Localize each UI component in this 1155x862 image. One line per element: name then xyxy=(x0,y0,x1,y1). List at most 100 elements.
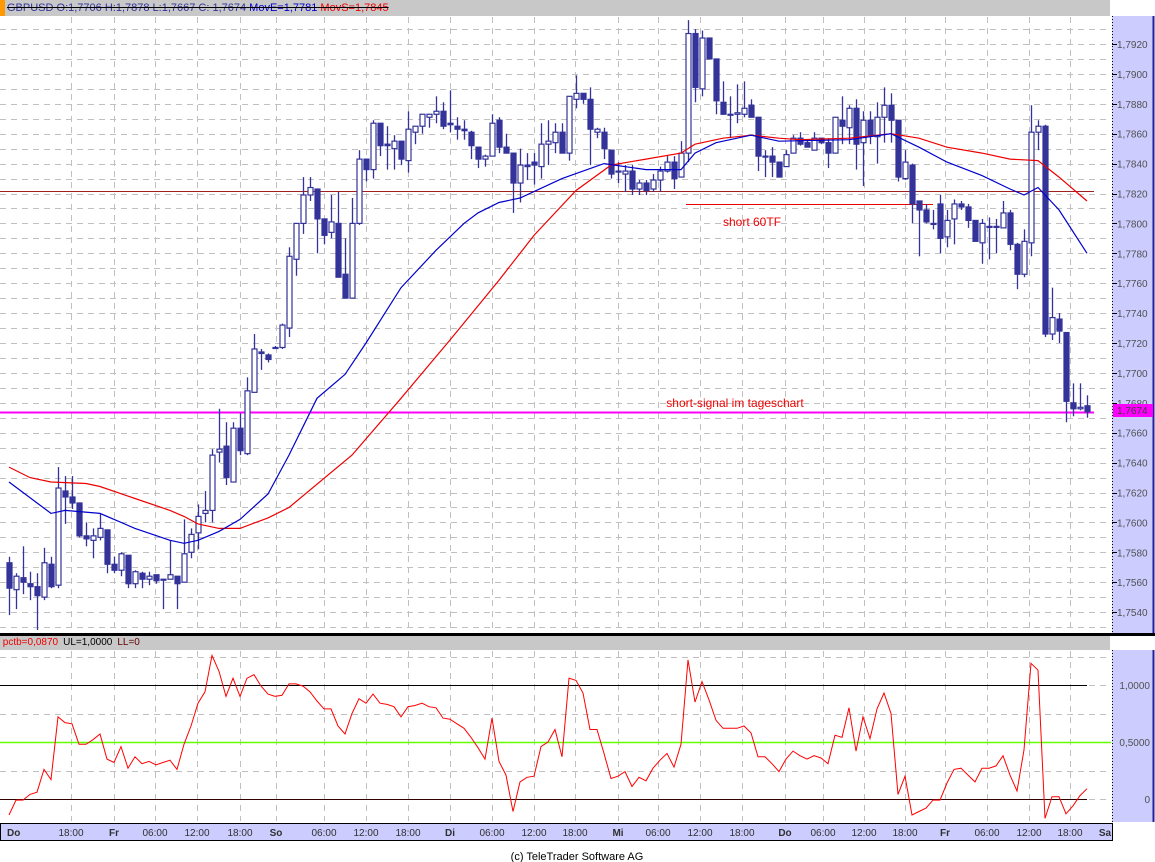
candle-body xyxy=(34,586,41,597)
candle-body xyxy=(734,112,741,115)
candle-body xyxy=(13,575,20,591)
candle-body xyxy=(412,125,419,133)
candle-body xyxy=(944,219,951,238)
candle-bullish xyxy=(286,247,293,338)
candle-body xyxy=(20,577,27,583)
copyright-footer: (c) TeleTrader Software AG xyxy=(511,851,644,862)
candle-body xyxy=(685,32,692,154)
candle-body xyxy=(895,119,902,178)
candle-bullish xyxy=(790,135,797,154)
price-tick-label: 1,7900 xyxy=(1117,70,1148,81)
candle-body xyxy=(419,113,426,127)
candle-body xyxy=(1007,212,1014,245)
candle-body xyxy=(923,209,930,223)
candle-body xyxy=(867,119,874,136)
candle-body xyxy=(475,146,482,160)
annotation-short-60tf: short 60TF xyxy=(723,215,781,229)
candle-body xyxy=(237,427,244,452)
price-tick-label: 1,7760 xyxy=(1117,279,1148,290)
time-label: 12:00 xyxy=(353,828,378,839)
upper-limit-value: UL=1,0000 xyxy=(63,637,113,648)
day-label: Do xyxy=(778,828,791,839)
day-label: Do xyxy=(7,828,20,839)
move-value: MovE=1,7781 xyxy=(249,2,318,14)
pctb-tick-label: 1,0000 xyxy=(1119,681,1150,692)
pctb-value: pctb=0,0870 xyxy=(2,637,59,648)
candle-body xyxy=(552,131,559,144)
price-tick-label: 1,7580 xyxy=(1117,548,1148,559)
movs-value: MovS=1,7845 xyxy=(320,2,389,14)
candle-body xyxy=(209,454,216,512)
price-tick-label: 1,7920 xyxy=(1117,40,1148,51)
candle-bullish xyxy=(279,323,286,349)
chart-header: GBPUSD O:1,7706 H:1,7878 L:1,7667 C: 1,7… xyxy=(0,0,1110,16)
price-tick-label: 1,7660 xyxy=(1117,429,1148,440)
price-tick-label: 1,7640 xyxy=(1117,459,1148,470)
time-label: 12:00 xyxy=(851,828,876,839)
candle-body xyxy=(650,179,657,190)
pctb-header: pctb=0,0870 UL=1,0000 LL=0 xyxy=(0,636,1110,650)
candle-body xyxy=(258,351,265,355)
day-label: Mi xyxy=(612,828,623,839)
candle-body xyxy=(328,221,335,233)
candle-body xyxy=(986,225,993,228)
price-tick-label: 1,7560 xyxy=(1117,578,1148,589)
candle-body xyxy=(909,164,916,205)
price-tick-label: 1,7780 xyxy=(1117,249,1148,260)
candle-body xyxy=(671,161,678,180)
candle-body xyxy=(1077,406,1084,410)
candle-body xyxy=(762,155,769,158)
candle-body xyxy=(300,194,307,224)
candle-body xyxy=(293,222,300,260)
header-quote: GBPUSD O:1,7706 H:1,7878 L:1,7667 C: 1,7… xyxy=(7,0,389,16)
price-tick-label: 1,7740 xyxy=(1117,309,1148,320)
day-label: Fr xyxy=(940,828,950,839)
candle-body xyxy=(447,122,454,126)
candle-body xyxy=(643,182,650,192)
day-label: Di xyxy=(445,828,455,839)
candle-body xyxy=(1042,125,1049,335)
candle-body xyxy=(223,445,230,479)
price-tick-label: 1,7700 xyxy=(1117,369,1148,380)
candle-body xyxy=(720,101,727,115)
price-tick-label: 1,7800 xyxy=(1117,219,1148,230)
annotation-short-signal: short-signal im tageschart xyxy=(666,396,804,410)
candle-body xyxy=(118,553,125,571)
candle-body xyxy=(636,182,643,190)
candle-body xyxy=(937,203,944,239)
candle-body xyxy=(1049,316,1056,335)
candle-body xyxy=(916,200,923,211)
candle-body xyxy=(1070,402,1077,410)
candle-bullish xyxy=(370,120,377,179)
candle-body xyxy=(580,92,587,100)
candle-body xyxy=(846,107,853,129)
time-label: 12:00 xyxy=(1016,828,1041,839)
candle-body xyxy=(874,116,881,138)
candle-bearish xyxy=(895,119,902,182)
candle-body xyxy=(426,113,433,118)
time-label: 06:00 xyxy=(645,828,670,839)
candle-body xyxy=(559,131,566,154)
candle-body xyxy=(111,563,118,571)
candle-body xyxy=(146,575,153,580)
candle-body xyxy=(489,122,496,157)
candle-body xyxy=(139,572,146,580)
candle-body xyxy=(1028,131,1035,244)
candle-body xyxy=(951,203,958,220)
candle-body xyxy=(727,113,734,116)
symbol-ohlc: GBPUSD O:1,7706 H:1,7878 L:1,7667 C: 1,7… xyxy=(7,2,247,14)
candle-body xyxy=(1063,331,1070,402)
candle-body xyxy=(321,218,328,236)
candle-body xyxy=(888,104,895,121)
candle-body xyxy=(482,155,489,160)
candle-body xyxy=(1021,240,1028,275)
day-label: Sa xyxy=(1099,828,1112,839)
candle-body xyxy=(216,448,223,453)
candle-body xyxy=(342,273,349,299)
candle-body xyxy=(377,122,384,147)
candle-body xyxy=(48,563,55,588)
header-color-marker xyxy=(0,0,5,16)
time-label: 06:00 xyxy=(974,828,999,839)
candle-bearish xyxy=(776,161,783,178)
candle-bullish xyxy=(699,30,706,97)
